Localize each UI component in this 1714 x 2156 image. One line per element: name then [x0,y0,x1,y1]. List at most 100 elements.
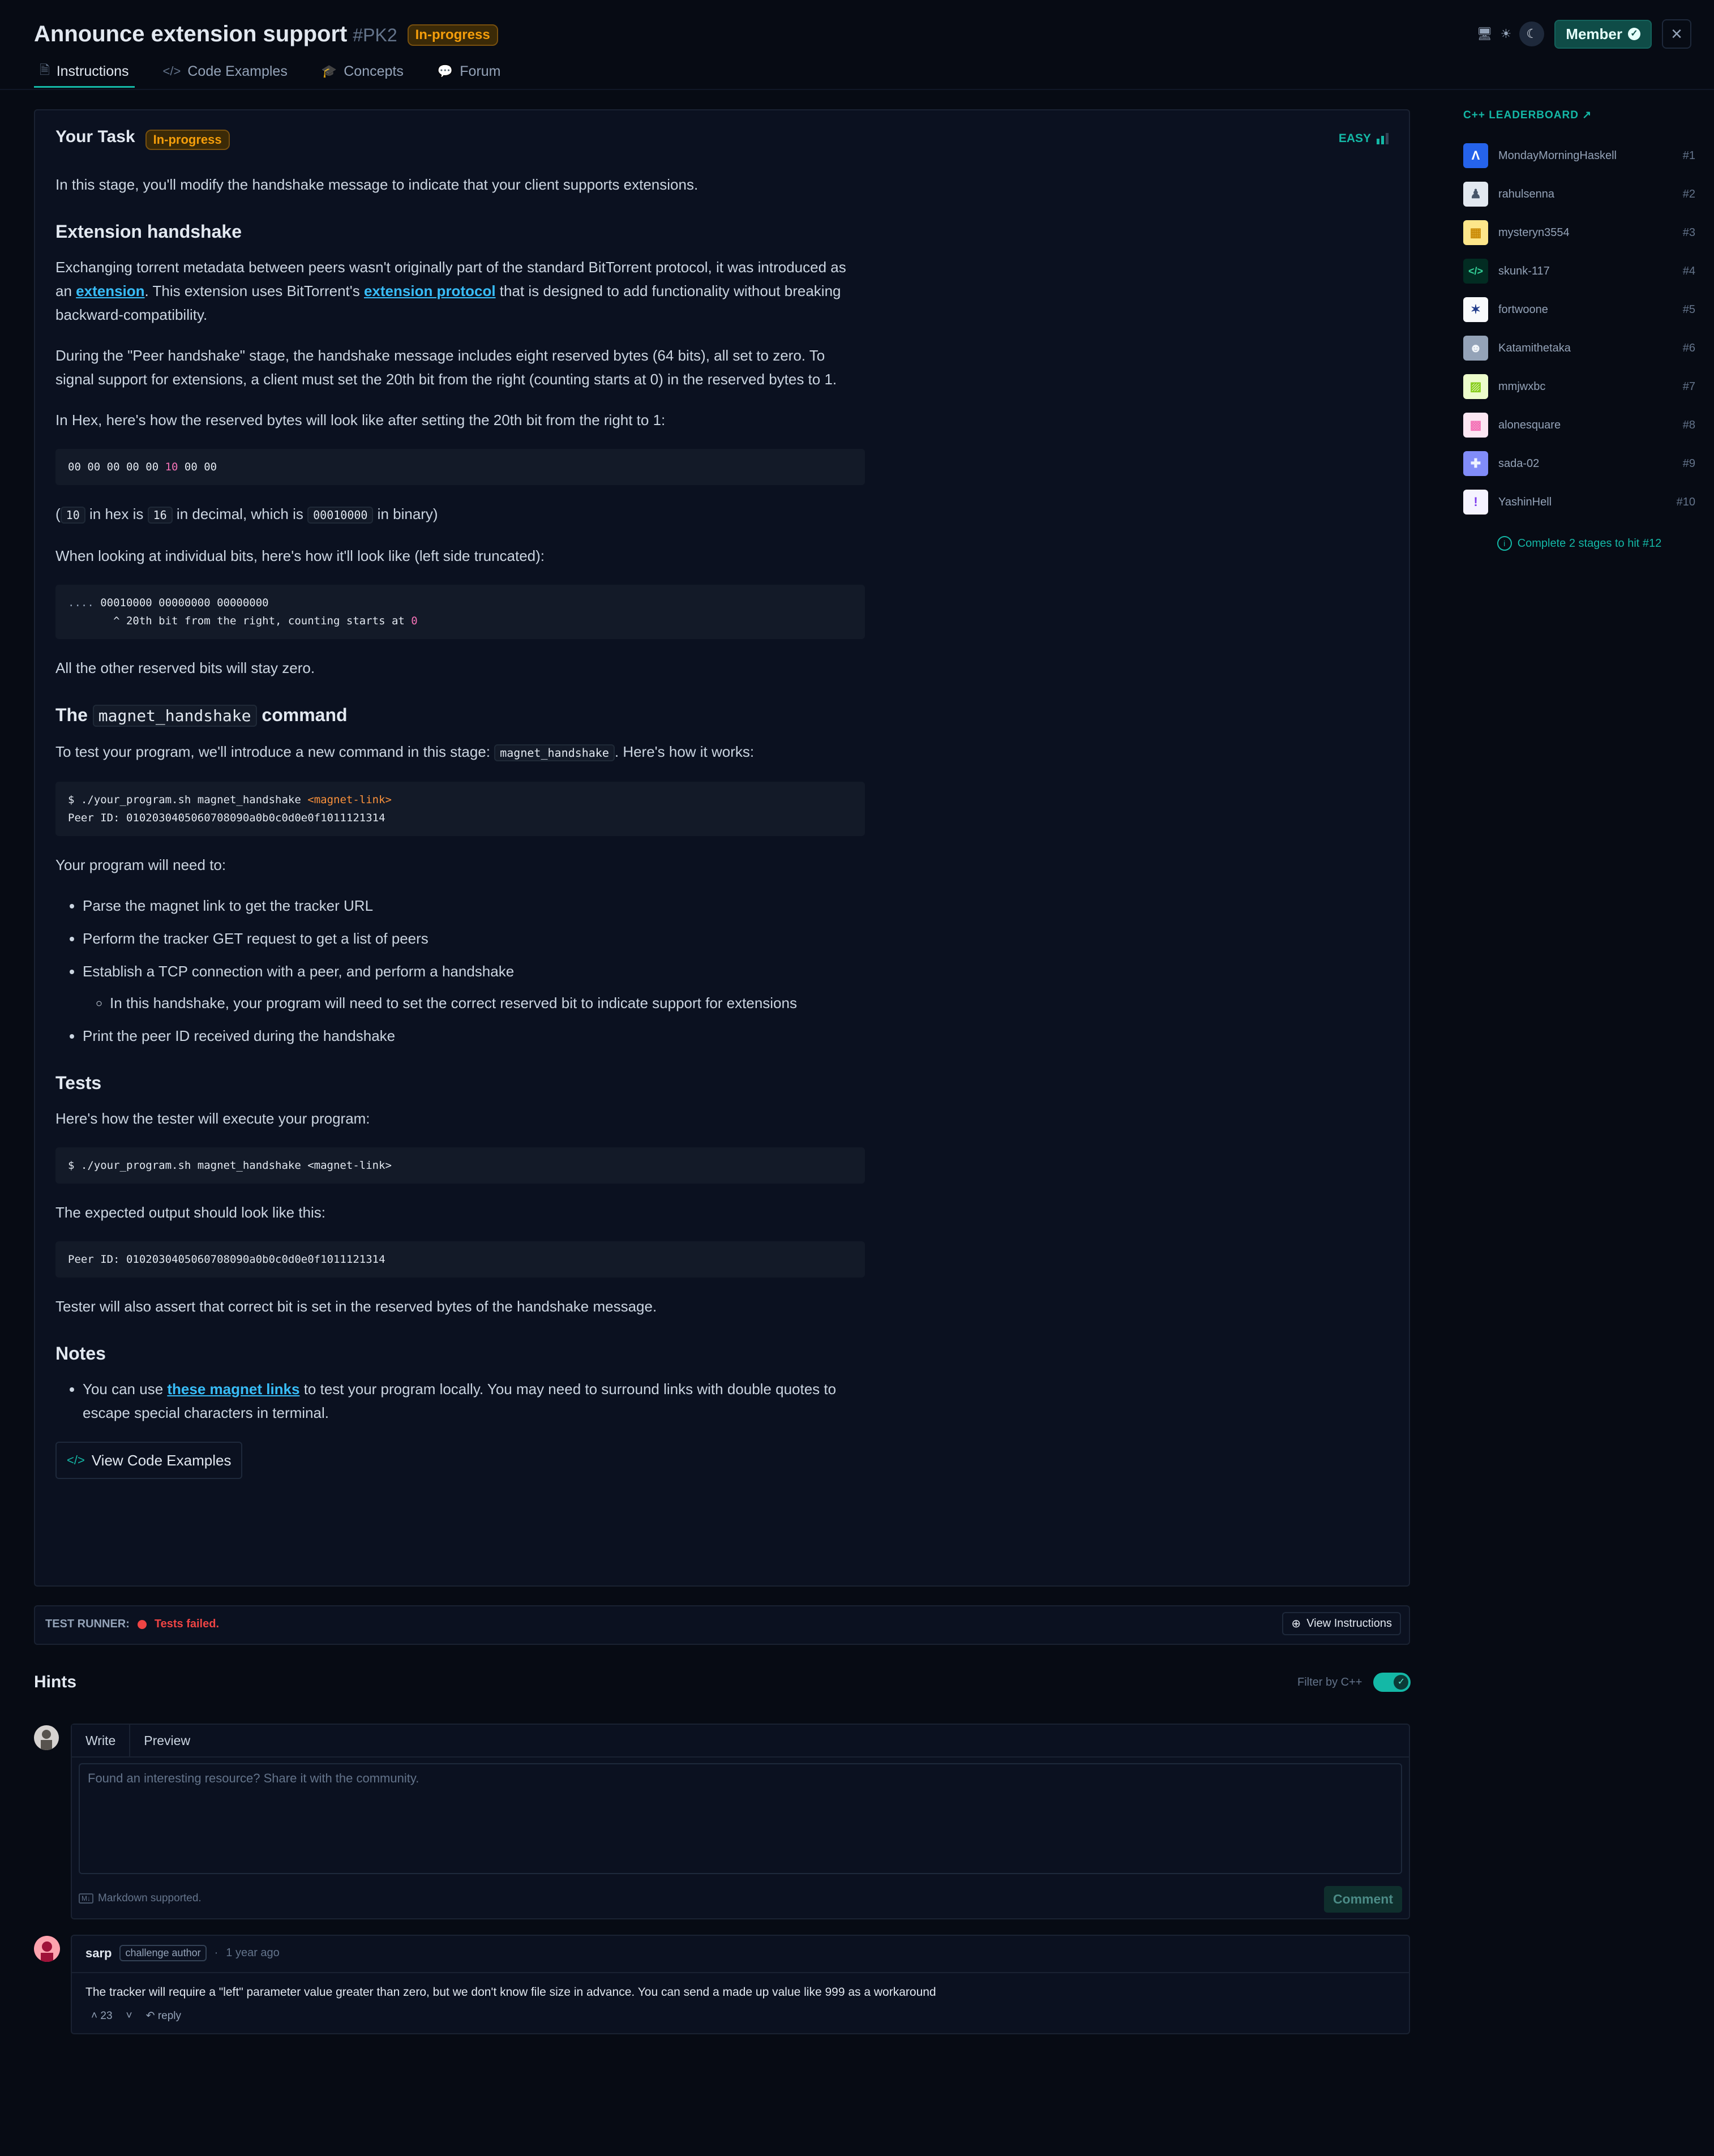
check-icon: ✓ [1394,1675,1409,1690]
task-status-badge: In-progress [145,129,230,150]
tab-instructions[interactable]: 🗎 Instructions [34,57,135,88]
leaderboard-row[interactable]: </> skunk-117 #4 [1463,252,1695,290]
page: Announce extension support #PK2 In-progres… [0,0,1714,2156]
tab-write[interactable]: Write [72,1725,131,1756]
paragraph: (10 in hex is 16 in decimal, which is 00… [55,502,865,527]
leaderboard-row[interactable]: ! YashinHell #10 [1463,483,1695,521]
markdown-note: M↓ Markdown supported. [79,1892,202,1905]
filter-toggle[interactable]: ✓ [1373,1673,1411,1692]
leaderboard-name: mysteryn3554 [1498,226,1570,239]
comment-button[interactable]: Comment [1323,1886,1402,1913]
text: You can use [83,1381,168,1398]
upvote-button[interactable]: ˄ 23 [91,2010,113,2022]
author-tag: challenge author [119,1945,207,1961]
sun-icon[interactable]: ☀ [1501,27,1512,41]
text: in hex is [85,505,148,522]
leaderboard-row[interactable]: Λ MondayMorningHaskell #1 [1463,136,1695,175]
sub-steps-list: In this handshake, your program will nee… [83,991,865,1015]
tab-preview[interactable]: Preview [130,1725,204,1756]
header-divider [0,89,1714,90]
paragraph: Tester will also assert that correct bit… [55,1298,657,1315]
leaderboard-name: mmjwxbc [1498,380,1546,393]
tab-code-examples[interactable]: </> Code Examples [157,57,293,86]
leaderboard-row[interactable]: ✶ fortwoone #5 [1463,290,1695,329]
markdown-icon: M↓ [79,1893,93,1904]
header-actions: 🖥 ☀ ☾ Member ✓ × [1477,19,1691,49]
code-block-bits: .... 00010000 00000000 00000000 ^ 20th b… [55,585,865,639]
comment-body: The tracker will require a "left" parame… [85,1986,936,1999]
stage-slug: #PK2 [353,25,397,45]
inline-code: magnet_handshake [494,744,615,761]
leaderboard-cta-text: Complete 2 stages to hit #12 [1517,537,1662,550]
leaderboard-row[interactable]: ☻ Katamithetaka #6 [1463,329,1695,367]
test-runner-label: TEST RUNNER: [45,1618,130,1630]
member-button[interactable]: Member ✓ [1554,19,1652,49]
extension-protocol-link[interactable]: extension protocol [364,282,496,299]
paragraph: During the "Peer handshake" stage, the h… [55,347,837,388]
code-block-hex: 00 00 00 00 00 10 00 00 [55,449,865,485]
comment-card: sarp challenge author · 1 year ago The t… [71,1935,1410,2034]
hint-textarea[interactable] [79,1763,1402,1874]
paragraph: To test your program, we'll introduce a … [55,740,865,765]
moon-icon[interactable]: ☾ [1519,22,1545,46]
avatar: ▨ [1463,374,1488,399]
text: ( [55,505,61,522]
leaderboard-name: rahulsenna [1498,187,1554,200]
tab-forum[interactable]: 💬 Forum [432,57,507,86]
leaderboard-title[interactable]: C++ LEADERBOARD ↗ [1463,109,1695,122]
vote-count: 23 [100,2009,113,2022]
view-code-examples-button[interactable]: </> View Code Examples [55,1442,243,1479]
list-item: In this handshake, your program will nee… [110,991,865,1015]
code-block-expected-output: Peer ID: 0102030405060708090a0b0c0d0e0f1… [55,1241,865,1278]
code-icon: </> [162,64,181,78]
hints-heading: Hints [34,1673,76,1691]
comment-separator: · [214,1947,218,1959]
comment-actions: ˄ 23 ˅ ↶ reply [91,2009,181,2022]
intro-text: In this stage, you'll modify the handsha… [55,176,699,193]
code-text: $ ./your_program.sh magnet_handshake [68,794,308,806]
steps-list: Parse the magnet link to get the tracker… [55,894,865,1048]
leaderboard-cta[interactable]: i Complete 2 stages to hit #12 [1463,536,1695,551]
paragraph: Your program will need to: [55,856,226,873]
theme-switcher[interactable]: 🖥 ☀ ☾ [1477,22,1545,46]
paragraph: Here's how the tester will execute your … [55,1110,370,1127]
plus-circle-icon: ⊕ [1291,1618,1301,1630]
view-instructions-button[interactable]: ⊕ View Instructions [1282,1612,1401,1635]
text: in decimal, which is [172,505,308,522]
composer-tabs: Write Preview [72,1725,1409,1758]
close-icon[interactable]: × [1662,19,1691,49]
desktop-icon[interactable]: 🖥 [1477,27,1493,41]
difficulty-label: EASY [1338,132,1371,145]
status-dot-icon [137,1619,147,1629]
tab-concepts[interactable]: 🎓 Concepts [316,57,409,86]
filter-by-language: Filter by C++ ✓ [1297,1673,1411,1692]
chevron-down-icon[interactable]: ˅ [126,2010,132,2022]
comment-author[interactable]: sarp [85,1946,112,1961]
avatar [34,1936,60,1962]
graduation-cap-icon: 🎓 [321,64,337,78]
text: To test your program, we'll introduce a … [55,743,495,760]
code-placeholder: <magnet-link> [307,794,392,806]
inline-code: magnet_handshake [92,705,257,727]
leaderboard-name: sada-02 [1498,457,1540,470]
leaderboard-row[interactable]: ▩ alonesquare #8 [1463,406,1695,444]
avatar: ✚ [1463,451,1488,476]
status-badge: In-progress [407,24,498,46]
page-title: Announce extension support [34,22,348,46]
list-item: Perform the tracker GET request to get a… [83,927,865,950]
leaderboard-row[interactable]: ▦ mysteryn3554 #3 [1463,213,1695,252]
leaderboard-name: alonesquare [1498,418,1561,431]
difficulty-bars-icon [1377,133,1389,144]
leaderboard-row[interactable]: ♟ rahulsenna #2 [1463,175,1695,213]
avatar: ▦ [1463,220,1488,245]
text: The [55,705,93,725]
magnet-links-link[interactable]: these magnet links [167,1381,299,1398]
shield-check-icon: ✓ [1628,28,1640,40]
leaderboard-row[interactable]: ▨ mmjwxbc #7 [1463,367,1695,406]
leaderboard-row[interactable]: ✚ sada-02 #9 [1463,444,1695,483]
reply-button[interactable]: ↶ reply [146,2009,181,2022]
code-text: 00 00 [178,461,217,473]
heading-tests: Tests [55,1073,102,1093]
extension-link[interactable]: extension [76,282,144,299]
avatar: ☻ [1463,336,1488,361]
